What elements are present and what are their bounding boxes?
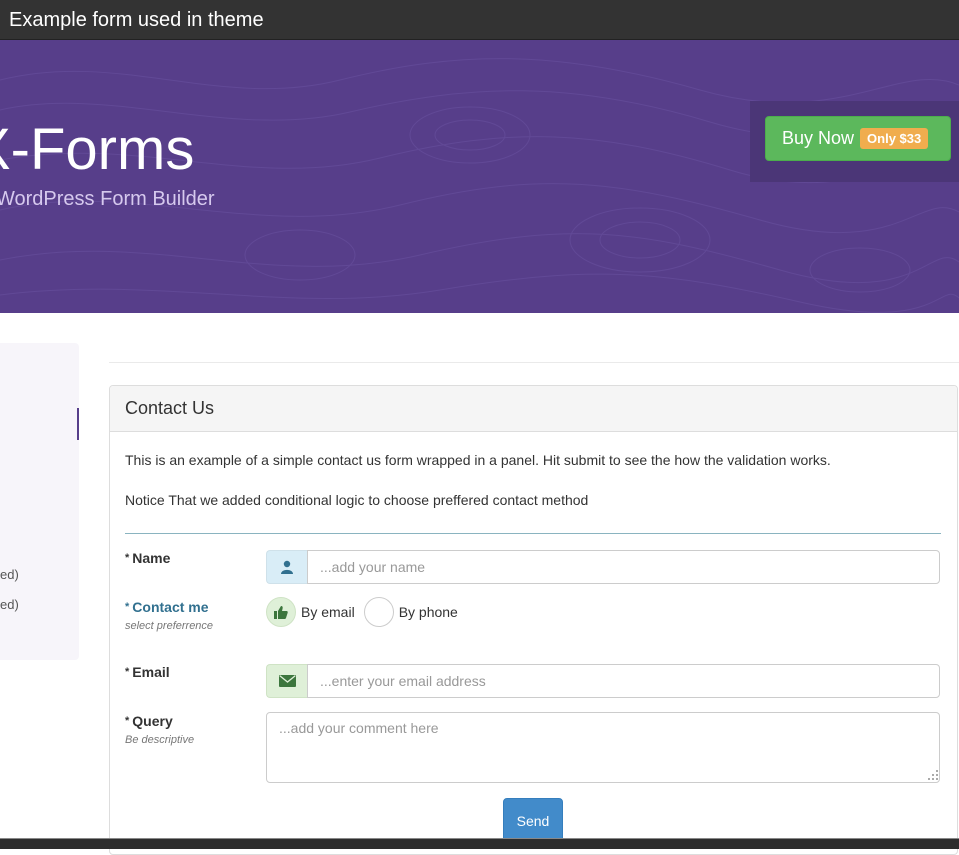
name-label: * Name	[125, 550, 170, 566]
buy-box: Buy Now Only $33	[750, 101, 959, 182]
resize-grip-icon[interactable]	[928, 770, 938, 780]
panel-heading: Contact Us	[110, 386, 957, 432]
email-label-text: Email	[132, 664, 170, 680]
required-mark: *	[125, 715, 130, 727]
contact-hint: select preferrence	[125, 620, 214, 632]
radio-label-email[interactable]: By email	[301, 604, 355, 620]
price-badge: Only $33	[860, 128, 929, 149]
email-label: * Email	[125, 664, 170, 680]
sidebar-text: ed)	[0, 597, 19, 612]
window-title-bar: Example form used in theme	[0, 0, 959, 40]
buy-now-button[interactable]: Buy Now Only $33	[765, 116, 951, 161]
buy-now-label: Buy Now	[782, 128, 855, 148]
hero-banner: X-Forms WordPress Form Builder Buy Now O…	[0, 40, 959, 313]
window-title: Example form used in theme	[9, 9, 264, 31]
query-label: * Query	[125, 713, 173, 729]
email-input[interactable]	[307, 664, 940, 698]
query-hint: Be descriptive	[125, 734, 195, 746]
radio-by-email[interactable]	[266, 597, 296, 627]
query-textarea[interactable]	[266, 712, 940, 783]
radio-by-phone[interactable]	[363, 597, 394, 627]
user-icon	[266, 550, 307, 584]
name-input-group	[266, 550, 940, 584]
bottom-edge	[0, 838, 959, 849]
radio-label-phone[interactable]: By phone	[399, 604, 458, 620]
sidebar-panel	[0, 343, 79, 660]
sidebar-text: ed)	[0, 567, 19, 582]
send-button[interactable]: Send	[503, 798, 563, 843]
contact-panel: Contact Us This is an example of a simpl…	[109, 385, 958, 855]
divider	[109, 362, 959, 363]
envelope-icon	[266, 664, 307, 698]
name-label-text: Name	[132, 550, 171, 566]
sidebar-accent-rule	[77, 408, 79, 440]
required-mark: *	[125, 552, 130, 564]
name-input[interactable]	[307, 550, 940, 584]
email-input-group	[266, 664, 940, 698]
hero-title: X-Forms	[0, 117, 195, 182]
contact-label-text: Contact me	[132, 599, 209, 615]
contact-options: By email By phone	[266, 597, 467, 627]
intro-note: Notice That we added conditional logic t…	[125, 492, 589, 508]
intro-text: This is an example of a simple contact u…	[125, 452, 831, 468]
query-label-text: Query	[132, 713, 173, 729]
contact-label: * Contact me	[125, 599, 209, 615]
thumbs-up-icon	[274, 605, 288, 619]
required-mark: *	[125, 601, 130, 613]
hero-subtitle: WordPress Form Builder	[0, 188, 215, 210]
required-mark: *	[125, 666, 130, 678]
form-divider	[125, 533, 941, 534]
